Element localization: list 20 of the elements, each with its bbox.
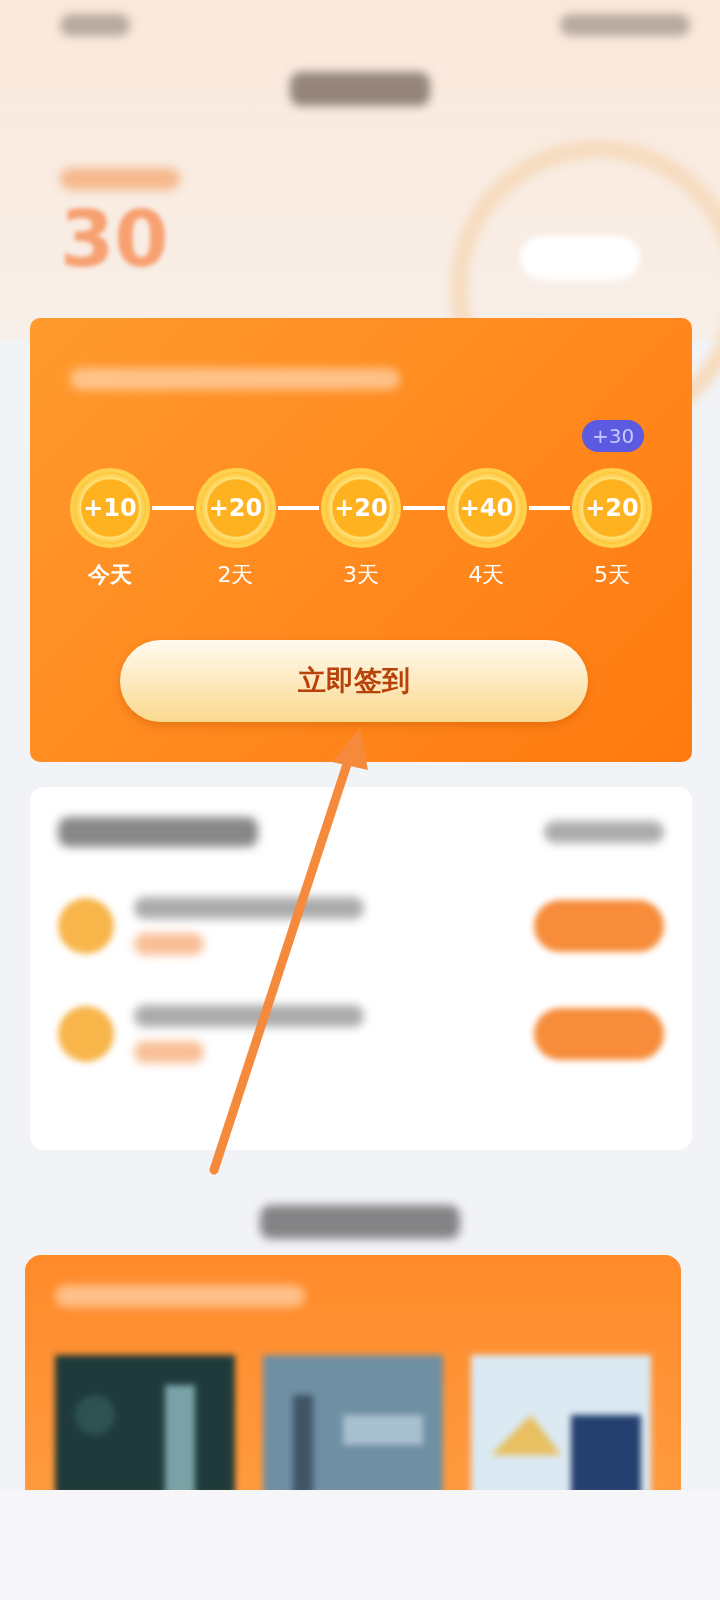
- coin-icon: +20: [572, 468, 652, 548]
- coin-balance: 30: [60, 200, 169, 278]
- day-label: 5天: [594, 561, 630, 589]
- checkin-button[interactable]: 立即签到: [120, 640, 588, 722]
- blurred-task-button[interactable]: [534, 1008, 664, 1060]
- coin-icon: +40: [446, 468, 527, 548]
- bonus-badge: +30: [582, 420, 645, 452]
- day-label: 今天: [88, 561, 132, 589]
- blurred-status-bar: [60, 14, 130, 36]
- blurred-coin-icon: [58, 898, 114, 954]
- day-label: 4天: [468, 561, 505, 589]
- blurred-task-reward: [134, 1041, 204, 1063]
- coin-icon: +10: [70, 468, 150, 548]
- day-label: 2天: [217, 561, 254, 589]
- blurred-task-button[interactable]: [534, 900, 664, 952]
- coin-icon: +20: [195, 468, 276, 548]
- blurred-coin-icon: [58, 1006, 114, 1062]
- coin-icon: +20: [321, 468, 401, 548]
- day-label: 3天: [343, 561, 379, 589]
- blurred-task-reward: [134, 933, 204, 955]
